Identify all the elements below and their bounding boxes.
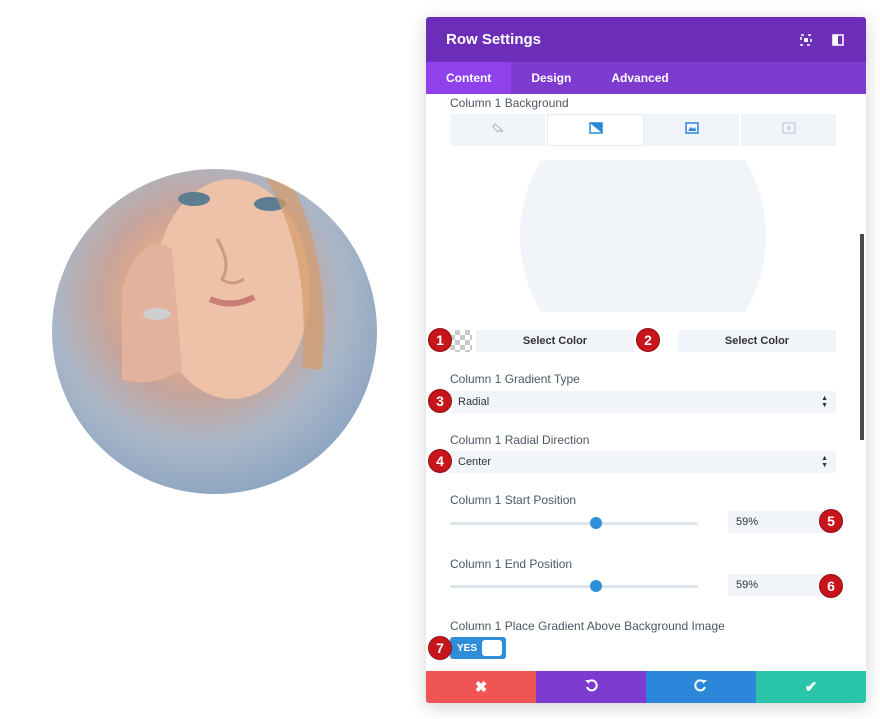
undo-icon [584, 678, 598, 696]
annotation-badge-7: 7 [429, 637, 451, 659]
annotation-badge-2: 2 [637, 329, 659, 351]
bg-tab-image[interactable] [644, 114, 741, 146]
tab-content[interactable]: Content [426, 62, 512, 94]
save-button[interactable]: ✔ [756, 671, 866, 703]
annotation-badge-3: 3 [429, 390, 451, 412]
place-above-label: Column 1 Place Gradient Above Background… [450, 619, 725, 633]
gradient-type-value: Radial [458, 396, 490, 408]
select-end-color-button[interactable]: Select Color [678, 330, 836, 352]
end-position-slider-thumb[interactable] [590, 580, 603, 592]
select-arrows-icon: ▲ ▼ [821, 455, 828, 469]
row-settings-panel: Row Settings Content Design Advanced Col… [426, 17, 866, 703]
gradient-type-label: Column 1 Gradient Type [450, 372, 580, 386]
start-position-slider-thumb[interactable] [590, 517, 603, 529]
scrollbar[interactable] [860, 234, 864, 440]
redo-icon [694, 678, 708, 696]
image-icon [684, 121, 699, 139]
video-icon [781, 121, 796, 139]
tab-design[interactable]: Design [511, 62, 591, 94]
radial-direction-select[interactable]: Center ▲ ▼ [450, 451, 836, 473]
gradient-type-select[interactable]: Radial ▲ ▼ [450, 391, 836, 413]
radial-gradient-shape [520, 160, 766, 312]
undo-button[interactable] [536, 671, 646, 703]
paint-bucket-icon [491, 121, 504, 139]
settings-content: Column 1 Background Select Color Select … [426, 94, 866, 671]
gradient-preview [450, 160, 836, 312]
annotation-badge-6: 6 [820, 575, 842, 597]
panel-title: Row Settings [446, 31, 542, 48]
place-above-toggle[interactable]: YES [450, 637, 506, 659]
select-arrows-icon: ▲ ▼ [821, 395, 828, 409]
bg-tab-gradient[interactable] [547, 114, 644, 146]
checkmark-icon: ✔ [804, 679, 818, 696]
bg-tab-video[interactable] [741, 114, 836, 146]
select-start-color-button[interactable]: Select Color [476, 330, 634, 352]
cancel-button[interactable]: ✖ [426, 671, 536, 703]
toggle-yes-label: YES [457, 642, 478, 654]
fullscreen-icon[interactable] [798, 32, 814, 48]
annotation-badge-4: 4 [429, 450, 451, 472]
color-swatch-transparent[interactable] [450, 330, 472, 352]
face-illustration [122, 169, 324, 399]
background-label: Column 1 Background [450, 96, 569, 110]
bg-tab-color[interactable] [450, 114, 547, 146]
redo-button[interactable] [646, 671, 756, 703]
start-position-slider[interactable] [450, 517, 698, 529]
panel-header: Row Settings [426, 17, 866, 62]
settings-tabs: Content Design Advanced [426, 62, 866, 94]
tab-advanced[interactable]: Advanced [591, 62, 688, 94]
radial-direction-label: Column 1 Radial Direction [450, 433, 590, 447]
annotation-badge-5: 5 [820, 510, 842, 532]
annotation-badge-1: 1 [429, 329, 451, 351]
end-position-label: Column 1 End Position [450, 557, 573, 571]
close-icon: ✖ [474, 679, 488, 696]
toggle-knob [482, 640, 502, 656]
radial-direction-value: Center [458, 456, 492, 468]
split-view-icon[interactable] [830, 32, 846, 48]
background-type-tabs [450, 114, 836, 146]
end-position-slider[interactable] [450, 580, 698, 592]
start-position-label: Column 1 Start Position [450, 493, 577, 507]
gradient-icon [588, 121, 603, 139]
panel-footer: ✖ ✔ [426, 671, 866, 703]
profile-photo [52, 169, 377, 494]
